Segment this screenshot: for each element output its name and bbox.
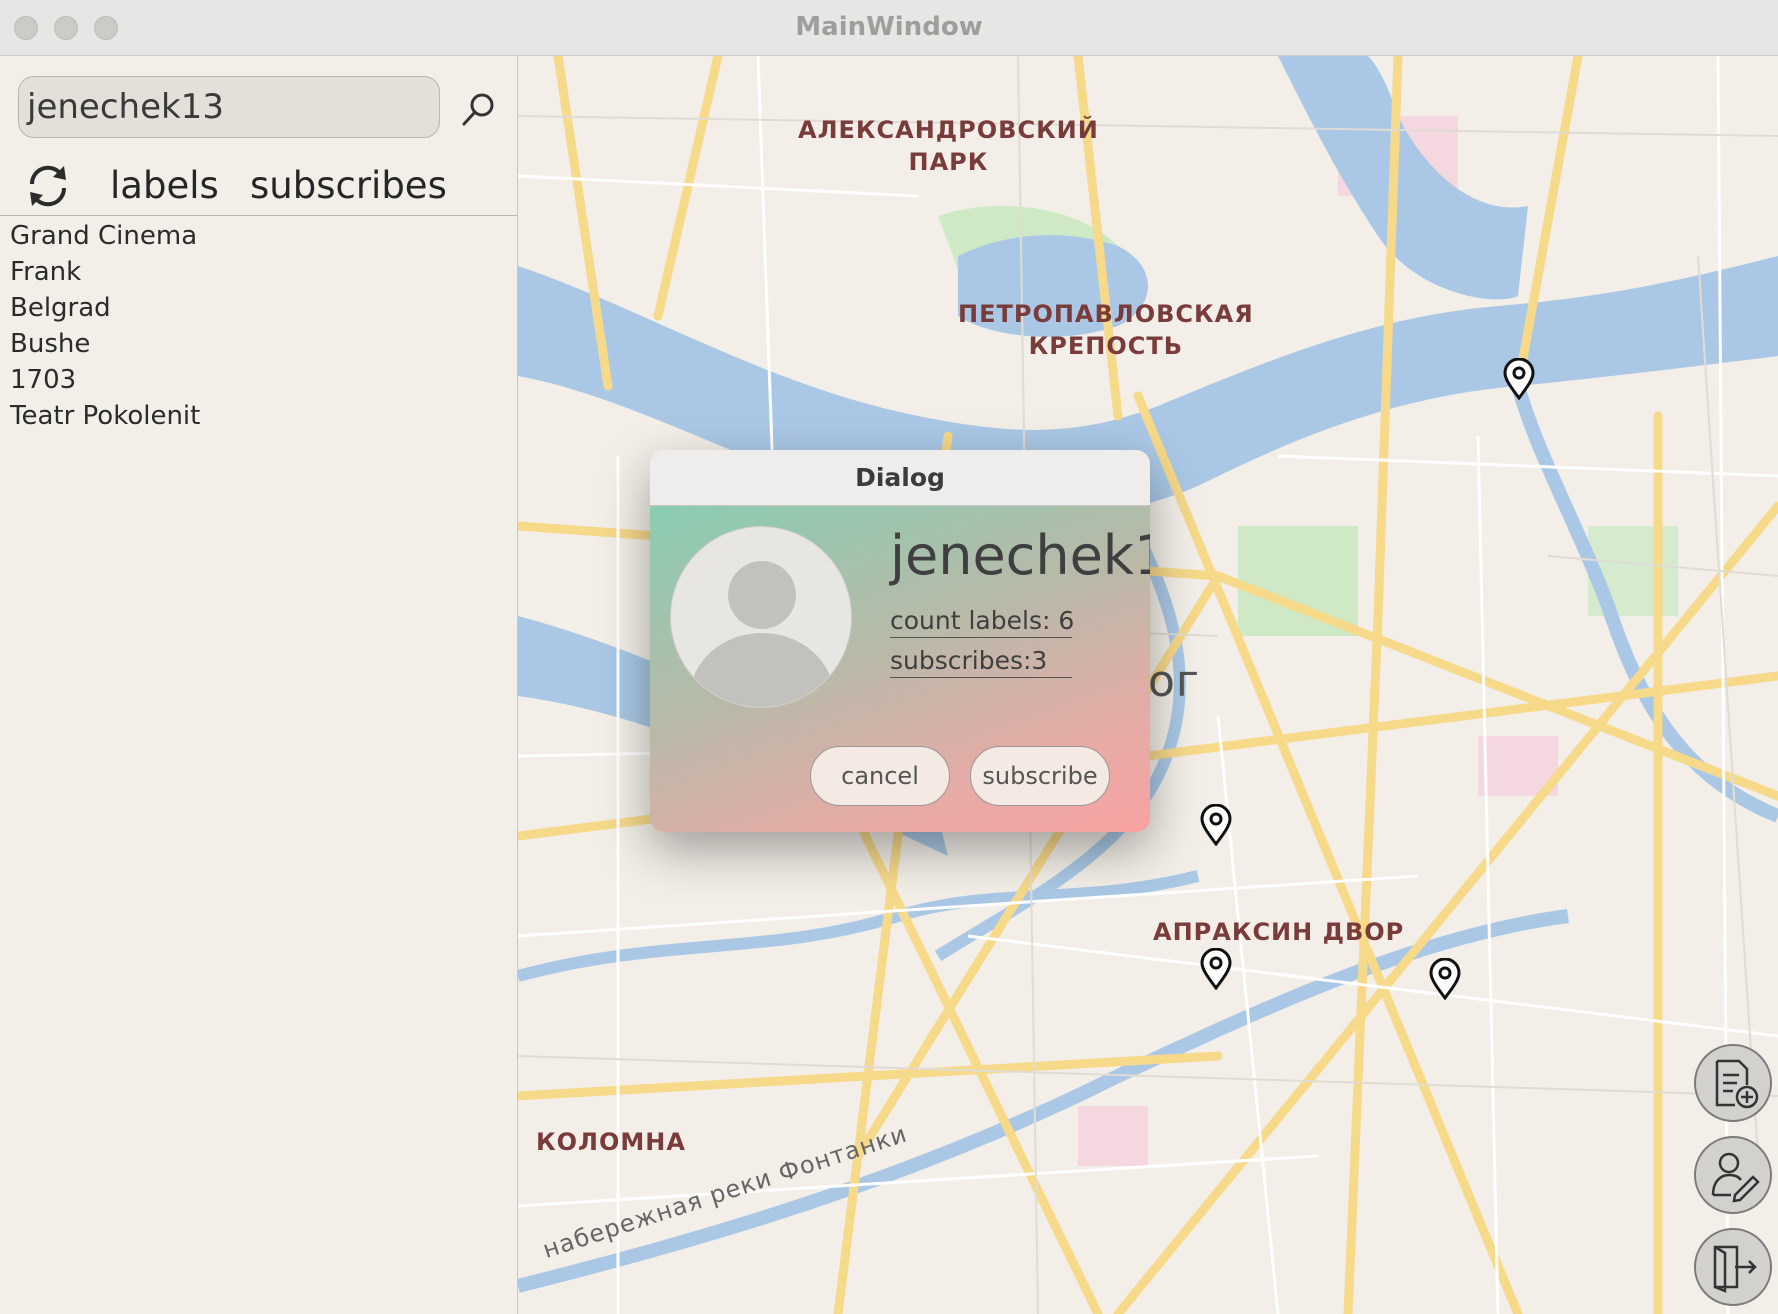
cancel-button[interactable]: cancel (810, 746, 950, 806)
map-label-fortress-line1: ПЕТРОПАВЛОВСКАЯ (958, 300, 1254, 328)
map-label-partial: ог (1148, 656, 1201, 707)
map-pin-icon (1429, 958, 1461, 1000)
search-icon (462, 93, 494, 126)
map-label-fortress: ПЕТРОПАВЛОВСКАЯ КРЕПОСТЬ (958, 300, 1254, 360)
map-pin-icon (1503, 358, 1535, 400)
edit-profile-button[interactable] (1694, 1136, 1772, 1214)
map-label-park-line1: АЛЕКСАНДРОВСКИЙ (798, 116, 1099, 144)
map-label-fortress-line2: КРЕПОСТЬ (1028, 332, 1184, 360)
count-labels-stat: count labels: 6 (890, 606, 1074, 638)
labels-list: Grand Cinema Frank Belgrad Bushe 1703 Te… (10, 218, 200, 434)
add-document-icon (1715, 1059, 1759, 1109)
map-pin-icon (1200, 804, 1232, 846)
map-pin[interactable] (1502, 358, 1536, 400)
list-item[interactable]: Frank (10, 254, 200, 290)
map-label-park-line2: ПАРК (908, 148, 989, 176)
dialog-username: jenechek13 (890, 524, 1150, 587)
map-pin-icon (1200, 948, 1232, 990)
dialog-title: Dialog (650, 450, 1150, 506)
search-button[interactable] (454, 86, 502, 134)
map-pin[interactable] (1199, 804, 1233, 846)
search-input[interactable]: jenechek13 (18, 76, 440, 138)
dialog-body: jenechek13 count labels: 6 subscribes:3 … (650, 506, 1150, 832)
logout-button[interactable] (1694, 1228, 1772, 1306)
map-pin[interactable] (1199, 948, 1233, 990)
subscribe-dialog: Dialog jenechek13 count labels: 6 subscr… (650, 450, 1150, 832)
list-item[interactable]: 1703 (10, 362, 200, 398)
list-item[interactable]: Belgrad (10, 290, 200, 326)
map-label-kolomna: КОЛОМНА (536, 1128, 686, 1156)
list-item[interactable]: Bushe (10, 326, 200, 362)
tab-bar: labels subscribes (0, 156, 518, 216)
map-label-apraksin: АПРАКСИН ДВОР (1153, 918, 1405, 946)
edit-user-icon (1711, 1152, 1760, 1203)
refresh-button[interactable] (24, 162, 72, 210)
refresh-icon (29, 165, 67, 207)
list-item[interactable]: Teatr Pokolenit (10, 398, 200, 434)
title-bar: MainWindow (0, 0, 1778, 56)
subscribe-button[interactable]: subscribe (970, 746, 1110, 806)
add-label-button[interactable] (1694, 1044, 1772, 1122)
subscribes-stat: subscribes:3 (890, 646, 1072, 678)
logout-icon (1713, 1245, 1757, 1293)
tab-subscribes[interactable]: subscribes (250, 164, 447, 207)
window-title: MainWindow (795, 12, 983, 42)
avatar (670, 526, 852, 708)
map-pin[interactable] (1428, 958, 1462, 1000)
tab-labels[interactable]: labels (110, 164, 219, 207)
list-item[interactable]: Grand Cinema (10, 218, 200, 254)
map-label-park: АЛЕКСАНДРОВСКИЙ ПАРК (798, 116, 1099, 176)
user-silhouette-icon (690, 561, 834, 707)
sidebar: jenechek13 labels subscribes Grand Cinem… (0, 56, 518, 1314)
